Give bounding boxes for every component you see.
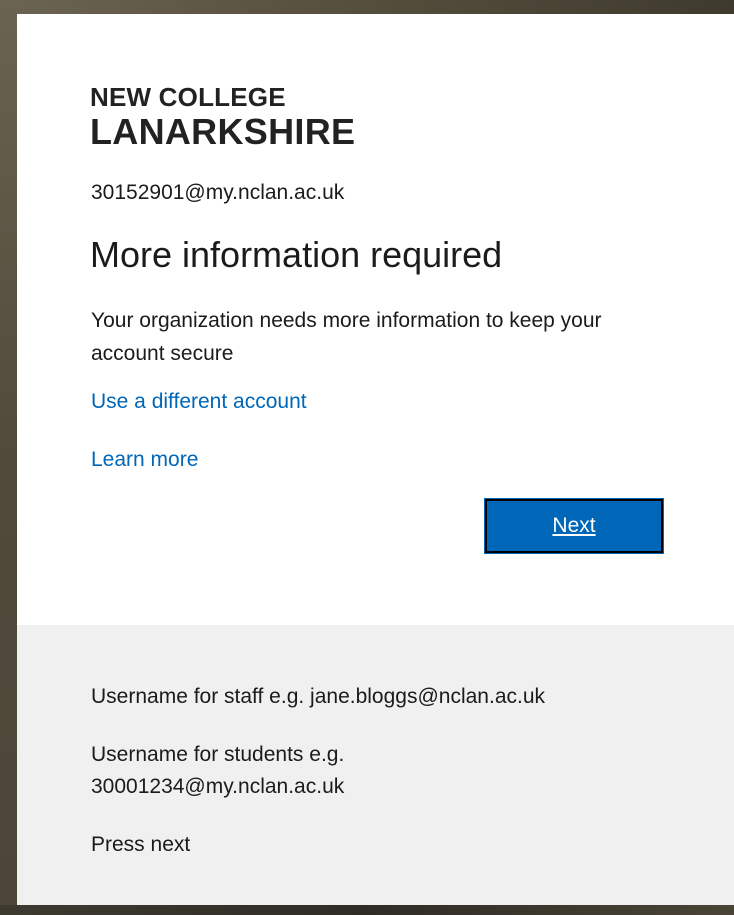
press-next-hint: Press next [91, 833, 191, 856]
students-hint-line2: 30001234@my.nclan.ac.uk [91, 775, 345, 798]
logo-line1: NEW COLLEGE [90, 82, 286, 112]
account-email: 30152901@my.nclan.ac.uk [91, 181, 345, 204]
background-top [0, 0, 734, 14]
footer-panel: Username for staff e.g. jane.bloggs@ncla… [17, 625, 734, 905]
college-logo: NEW COLLEGE LANARKSHIRE [90, 84, 355, 150]
signin-card: NEW COLLEGE LANARKSHIRE 30152901@my.ncla… [17, 14, 734, 905]
logo-line2: LANARKSHIRE [90, 111, 356, 152]
info-description: Your organization needs more information… [91, 309, 602, 365]
background-bottom [0, 905, 734, 915]
next-button[interactable]: Next [484, 498, 664, 554]
students-hint-line1: Username for students e.g. [91, 743, 345, 766]
page-title: More information required [90, 234, 503, 275]
students-username-hint: Username for students e.g. 30001234@my.n… [91, 739, 651, 803]
staff-username-hint: Username for staff e.g. jane.bloggs@ncla… [91, 685, 546, 708]
use-different-account-link[interactable]: Use a different account [91, 390, 307, 414]
learn-more-link[interactable]: Learn more [91, 448, 198, 472]
background-left [0, 0, 17, 915]
